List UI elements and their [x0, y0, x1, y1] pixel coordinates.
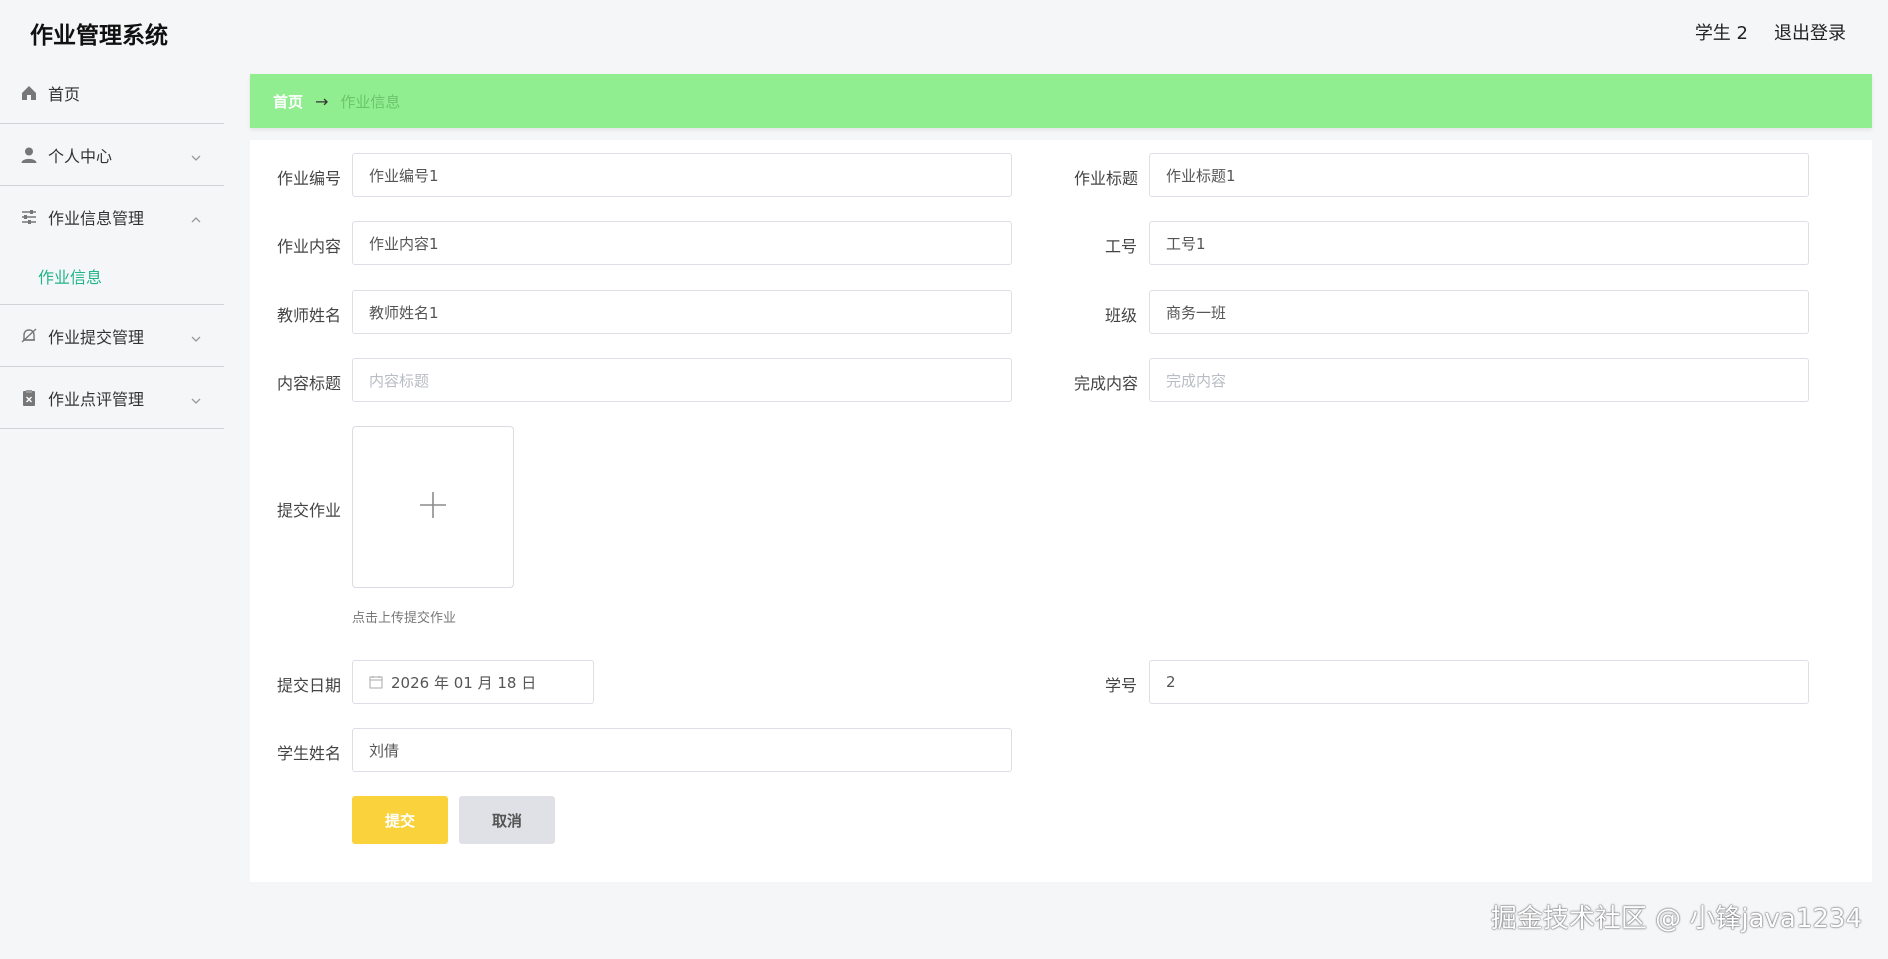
breadcrumb-home[interactable]: 首页	[273, 91, 303, 112]
chevron-up-icon	[190, 211, 202, 223]
clipboard-x-icon	[20, 389, 38, 407]
chevron-down-icon	[190, 149, 202, 161]
submit-date-value: 2026 年 01 月 18 日	[391, 673, 537, 692]
breadcrumb-current: 作业信息	[340, 92, 401, 111]
homework-no-input[interactable]: 作业编号1	[352, 153, 1012, 197]
sliders-icon	[20, 208, 38, 226]
teacher-name-input[interactable]: 教师姓名1	[352, 290, 1012, 334]
sidebar-subitem-homework-info[interactable]: 作业信息	[0, 248, 224, 304]
upload-box[interactable]	[352, 426, 514, 588]
student-no-label: 学号	[1105, 676, 1138, 695]
teacher-name-label: 教师姓名	[277, 306, 342, 325]
homework-content-label: 作业内容	[277, 237, 342, 256]
submit-date-label: 提交日期	[277, 676, 342, 695]
sidebar-item-label: 作业点评管理	[48, 389, 145, 409]
submit-button[interactable]: 提交	[352, 796, 448, 844]
sidebar-item-home[interactable]: 首页	[0, 62, 224, 124]
submit-date-picker[interactable]: 2026 年 01 月 18 日	[352, 660, 594, 704]
sidebar-item-personal-center[interactable]: 个人中心	[0, 124, 224, 186]
student-name-label: 学生姓名	[277, 744, 342, 763]
content-title-label: 内容标题	[277, 374, 342, 393]
bell-off-icon	[20, 327, 38, 345]
completed-content-label: 完成内容	[1074, 374, 1139, 393]
student-no-input[interactable]: 2	[1149, 660, 1809, 704]
watermark: 掘金技术社区 @ 小锋java1234	[1490, 904, 1862, 934]
breadcrumb: 首页 → 作业信息	[250, 74, 1872, 128]
arrow-right-icon: →	[315, 91, 329, 111]
content-title-input[interactable]: 内容标题	[352, 358, 1012, 402]
home-icon	[20, 84, 38, 102]
sidebar: 首页 个人中心 作业信息管理 作业信息 作业提交管理 作业点评管理	[0, 62, 224, 429]
chevron-down-icon	[190, 392, 202, 404]
sidebar-item-homework-submit-management[interactable]: 作业提交管理	[0, 305, 224, 367]
homework-title-label: 作业标题	[1074, 169, 1139, 188]
student-name-input[interactable]: 刘倩	[352, 728, 1012, 772]
current-user[interactable]: 学生 2	[1695, 19, 1748, 45]
calendar-icon	[369, 675, 383, 689]
homework-title-input[interactable]: 作业标题1	[1149, 153, 1809, 197]
top-bar: 作业管理系统 学生 2 退出登录	[0, 0, 1888, 62]
sidebar-group-homework-info: 作业信息管理 作业信息	[0, 186, 224, 305]
cancel-button[interactable]: 取消	[459, 796, 555, 844]
sidebar-item-label: 个人中心	[48, 146, 113, 166]
logout-link[interactable]: 退出登录	[1774, 19, 1846, 45]
upload-tip: 点击上传提交作业	[352, 611, 457, 626]
staff-no-input[interactable]: 工号1	[1149, 221, 1809, 265]
sidebar-item-label: 首页	[48, 84, 81, 104]
homework-no-label: 作业编号	[277, 169, 342, 188]
header-user-area: 学生 2 退出登录	[1695, 19, 1846, 45]
chevron-down-icon	[190, 330, 202, 342]
completed-content-input[interactable]: 完成内容	[1149, 358, 1809, 402]
plus-icon	[419, 491, 447, 523]
sidebar-item-homework-review-management[interactable]: 作业点评管理	[0, 367, 224, 429]
staff-no-label: 工号	[1105, 237, 1138, 256]
upload-label: 提交作业	[277, 501, 342, 520]
sidebar-item-homework-info-management[interactable]: 作业信息管理	[0, 186, 224, 248]
class-label: 班级	[1105, 306, 1138, 325]
class-input[interactable]: 商务一班	[1149, 290, 1809, 334]
app-title: 作业管理系统	[30, 23, 168, 49]
homework-form: 作业编号 作业编号1 作业标题 作业标题1 作业内容 作业内容1 工号 工号1 …	[250, 140, 1872, 882]
sidebar-item-label: 作业信息管理	[48, 209, 145, 228]
person-icon	[20, 146, 38, 164]
sidebar-item-label: 作业提交管理	[48, 327, 145, 347]
homework-content-input[interactable]: 作业内容1	[352, 221, 1012, 265]
